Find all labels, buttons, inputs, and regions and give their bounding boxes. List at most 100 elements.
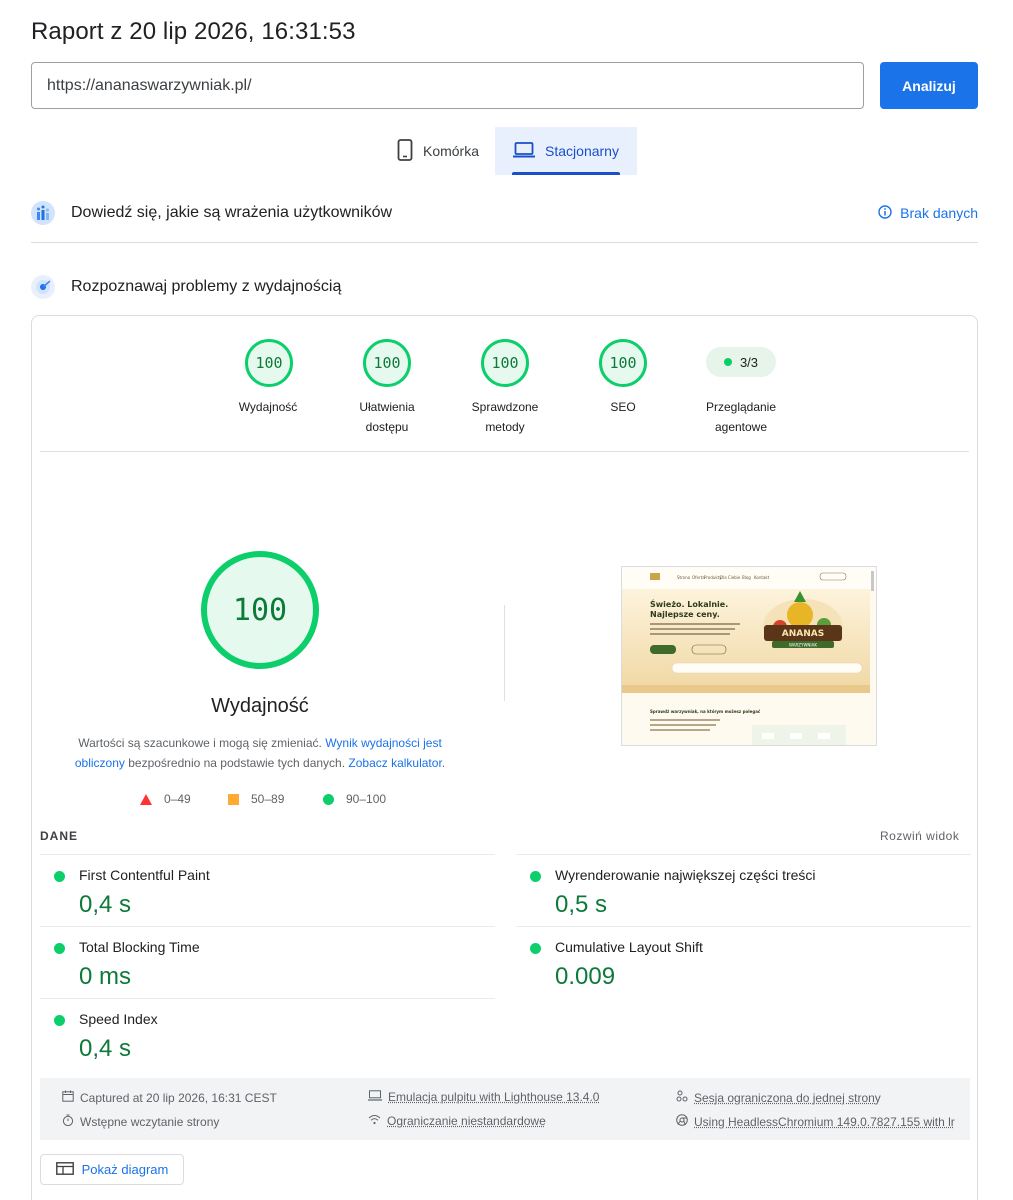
captured-text: Captured at 20 lip 2026, 16:31 CEST <box>80 1091 277 1105</box>
fail-triangle-icon <box>140 794 152 805</box>
wifi-icon <box>368 1114 381 1128</box>
users-icon <box>31 201 55 225</box>
vertical-divider <box>504 605 505 701</box>
metric-name: Wyrenderowanie największej części treści <box>555 867 816 883</box>
metric-value: 0.009 <box>555 963 615 991</box>
active-tab-indicator <box>512 172 620 175</box>
label-line: Przeglądanie <box>691 397 791 417</box>
calculator-link[interactable]: Zobacz kalkulator <box>348 756 441 770</box>
legend-pass: 90–100 <box>323 792 386 806</box>
screenshot-image: Strona Oferta Produkty Dla Ciebie Blog K… <box>622 567 877 746</box>
nav-text: Dla Ciebie <box>720 575 741 580</box>
metric-value: 0 ms <box>79 963 131 991</box>
metrics-header-label: DANE <box>40 829 78 843</box>
calendar-icon <box>62 1090 74 1105</box>
browser-text: Using HeadlessChromium 149.0.7827.155 wi… <box>694 1115 955 1129</box>
metric-name: Total Blocking Time <box>79 939 200 955</box>
emulation-info[interactable]: Emulacja pulpitu with Lighthouse 13.4.0 <box>368 1090 599 1104</box>
gauge-seo[interactable]: 100 <box>599 339 647 387</box>
throttling-text: Ograniczanie niestandardowe <box>387 1114 546 1128</box>
hero-text: Najlepsze ceny. <box>650 610 720 619</box>
lab-section-header: Rozpoznawaj problemy z wydajnością <box>31 271 978 303</box>
tab-desktop-label: Stacjonarny <box>545 143 619 159</box>
desc-text: Wartości są szacunkowe i mogą się zmieni… <box>78 736 325 750</box>
legend-average: 50–89 <box>228 792 284 806</box>
agentic-score: 3/3 <box>740 355 758 370</box>
pass-dot-icon <box>54 1015 65 1026</box>
gauge-label-agentic: Przeglądanie agentowe <box>691 397 791 437</box>
gauge-label-performance: Wydajność <box>218 397 318 417</box>
desc-text: . <box>442 756 445 770</box>
metric-name: First Contentful Paint <box>79 867 210 883</box>
session-info[interactable]: Sesja ograniczona do jednej strony <box>676 1090 881 1105</box>
gauge-label-accessibility: Ułatwienia dostępu <box>337 397 437 437</box>
url-input[interactable] <box>31 62 864 109</box>
pass-dot-icon <box>530 943 541 954</box>
metric-si: Speed Index 0,4 s <box>40 998 495 1070</box>
legend-fail: 0–49 <box>140 792 191 806</box>
initial-load-info: Wstępne wczytanie strony <box>62 1114 219 1129</box>
captured-info: Captured at 20 lip 2026, 16:31 CEST <box>62 1090 277 1105</box>
desc-text: bezpośrednio na podstawie tych danych. <box>125 756 348 770</box>
emulation-text: Emulacja pulpitu with Lighthouse 13.4.0 <box>388 1090 599 1104</box>
pass-dot-icon <box>724 358 732 366</box>
metric-name: Speed Index <box>79 1011 158 1027</box>
label-line: SEO <box>573 397 673 417</box>
tab-desktop[interactable]: Stacjonarny <box>495 127 637 175</box>
treemap-icon <box>56 1162 74 1178</box>
session-icon <box>676 1090 688 1105</box>
label-line: Ułatwienia <box>337 397 437 417</box>
info-icon <box>878 205 892 222</box>
gauge-score: 100 <box>609 354 636 372</box>
pass-dot-icon <box>54 943 65 954</box>
label-line: Wydajność <box>218 397 318 417</box>
crux-section-header: Dowiedź się, jakie są wrażenia użytkowni… <box>31 197 978 229</box>
average-square-icon <box>228 794 239 805</box>
tab-mobile[interactable]: Komórka <box>383 127 493 175</box>
run-info-box <box>40 1078 970 1140</box>
metric-fcp: First Contentful Paint 0,4 s <box>40 854 495 926</box>
label-line: Sprawdzone <box>455 397 555 417</box>
agentic-browsing-badge[interactable]: 3/3 <box>706 347 776 377</box>
show-diagram-label: Pokaż diagram <box>82 1162 169 1177</box>
phone-icon <box>397 139 413 164</box>
metric-tbt: Total Blocking Time 0 ms <box>40 926 495 998</box>
legend-fail-label: 0–49 <box>164 792 191 806</box>
logo-text: ANANAS <box>782 629 824 639</box>
legend-pass-label: 90–100 <box>346 792 386 806</box>
report-title: Raport z 20 lip 2026, 16:31:53 <box>31 18 356 46</box>
section-divider <box>31 242 978 243</box>
card-divider <box>40 451 969 452</box>
expand-view-toggle[interactable]: Rozwiń widok <box>880 829 959 843</box>
show-diagram-button[interactable]: Pokaż diagram <box>40 1154 184 1185</box>
gauge-score: 100 <box>255 354 282 372</box>
metric-value: 0,4 s <box>79 891 131 919</box>
chrome-icon <box>676 1114 688 1129</box>
metric-lcp: Wyrenderowanie największej części treści… <box>516 854 971 926</box>
gauge-accessibility[interactable]: 100 <box>363 339 411 387</box>
label-line: metody <box>455 417 555 437</box>
nav-text: Strona <box>677 575 691 580</box>
gauge-performance[interactable]: 100 <box>245 339 293 387</box>
metric-cls: Cumulative Layout Shift 0.009 <box>516 926 971 998</box>
pass-circle-icon <box>323 794 334 805</box>
analyze-button[interactable]: Analizuj <box>880 62 978 109</box>
browser-info[interactable]: Using HeadlessChromium 149.0.7827.155 wi… <box>676 1114 955 1129</box>
gauge-best-practices[interactable]: 100 <box>481 339 529 387</box>
performance-score: 100 <box>233 593 287 628</box>
nav-text: Kontakt <box>754 575 770 580</box>
page-screenshot-thumbnail[interactable]: Strona Oferta Produkty Dla Ciebie Blog K… <box>621 566 877 746</box>
section-text: Sprawdź warzywniak, na którym możesz pol… <box>650 709 761 714</box>
timer-icon <box>62 1114 74 1129</box>
label-line: dostępu <box>337 417 437 437</box>
throttling-info[interactable]: Ograniczanie niestandardowe <box>368 1114 546 1128</box>
logo-text: WARZYWNIAK <box>789 643 817 648</box>
pass-dot-icon <box>54 871 65 882</box>
nav-text: Blog <box>742 575 751 580</box>
gauge-score: 100 <box>373 354 400 372</box>
tab-mobile-label: Komórka <box>423 143 479 159</box>
pass-dot-icon <box>530 871 541 882</box>
no-data-link[interactable]: Brak danych <box>878 205 978 222</box>
session-text: Sesja ograniczona do jednej strony <box>694 1091 881 1105</box>
laptop-icon <box>513 142 535 161</box>
